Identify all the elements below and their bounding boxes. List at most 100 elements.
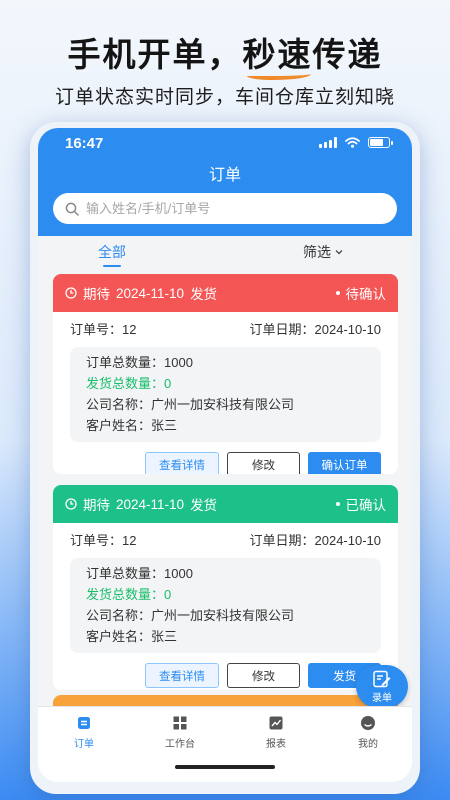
- shipped-qty: 发货总数量：0: [86, 373, 365, 394]
- order-meta-row: 订单号：12 订单日期：2024-10-10: [53, 319, 398, 338]
- status-badge: 待确认: [335, 283, 387, 303]
- chart-icon: [269, 716, 283, 730]
- order-icon: [78, 717, 90, 729]
- company-name: 公司名称：广州一加安科技有限公司: [86, 394, 365, 415]
- order-date-label: 订单日期：: [249, 322, 315, 337]
- order-no-label: 订单号：: [70, 533, 123, 548]
- company-label: 公司名称：: [86, 397, 152, 412]
- order-info-box: 订单总数量：1000 发货总数量：0 公司名称：广州一加安科技有限公司 客户姓名…: [70, 347, 381, 442]
- customer-label: 客户姓名：: [86, 629, 152, 644]
- status-dot: [335, 502, 340, 506]
- shipped-qty-label: 发货总数量：: [86, 376, 165, 391]
- view-detail-button[interactable]: 查看详情: [145, 452, 219, 474]
- clock-icon: [65, 287, 77, 299]
- search-icon: [65, 202, 79, 216]
- status-dot: [335, 291, 340, 295]
- edit-icon: [373, 670, 391, 687]
- promo-title-part1: 手机开单，: [67, 36, 243, 73]
- filter-button[interactable]: 筛选: [303, 242, 343, 262]
- order-date-value: 2024-10-10: [314, 322, 382, 337]
- battery-icon: [368, 137, 393, 148]
- shipped-qty-label: 发货总数量：: [86, 587, 165, 602]
- app-header: 16:47 订单: [38, 128, 412, 236]
- customer-value: 张三: [151, 629, 178, 644]
- order-no-label: 订单号：: [70, 322, 123, 337]
- expect-ship-info: 期待 2024-11-10 发货: [65, 494, 217, 514]
- shipped-qty-value: 0: [164, 376, 172, 391]
- signal-icon: [319, 137, 337, 148]
- edit-button[interactable]: 修改: [227, 452, 300, 474]
- tabbar-item-reports[interactable]: 报表: [246, 715, 306, 750]
- customer-label: 客户姓名：: [86, 418, 152, 433]
- company-label: 公司名称：: [86, 608, 152, 623]
- search-bar[interactable]: [53, 193, 397, 224]
- expect-date: 2024-11-10: [116, 496, 185, 512]
- expect-date: 2024-11-10: [116, 285, 185, 301]
- tabbar-label: 工作台: [165, 739, 195, 750]
- profile-icon: [361, 716, 375, 730]
- phone-frame: 16:47 订单 全部: [30, 122, 420, 794]
- home-indicator: [175, 765, 275, 769]
- order-meta-row: 订单号：12 订单日期：2024-10-10: [53, 530, 398, 549]
- customer-value: 张三: [151, 418, 178, 433]
- status-icons: [319, 137, 393, 148]
- tabbar-label: 我的: [358, 739, 378, 750]
- confirm-order-button[interactable]: 确认订单: [308, 452, 381, 474]
- order-tabs: 全部 筛选: [38, 236, 412, 268]
- shipped-qty: 发货总数量：0: [86, 584, 365, 605]
- company-name: 公司名称：广州一加安科技有限公司: [86, 605, 365, 626]
- status-time: 16:47: [65, 135, 104, 152]
- company-value: 广州一加安科技有限公司: [151, 608, 295, 623]
- order-date: 订单日期：2024-10-10: [249, 530, 381, 549]
- promo-subtitle: 订单状态实时同步，车间仓库立刻知晓: [54, 87, 395, 108]
- order-date-label: 订单日期：: [249, 533, 315, 548]
- tabbar-item-profile[interactable]: 我的: [338, 715, 398, 750]
- grid-icon: [173, 716, 187, 730]
- status-text: 待确认: [345, 287, 387, 302]
- tabbar-item-workbench[interactable]: 工作台: [150, 715, 210, 750]
- order-card-header: 期待 2024-11-10 发货 待确认: [53, 274, 398, 312]
- total-qty: 订单总数量：1000: [86, 563, 365, 584]
- order-no: 订单号：12: [70, 319, 136, 338]
- total-qty-value: 1000: [164, 355, 193, 370]
- order-date-value: 2024-10-10: [314, 533, 382, 548]
- shipped-qty-value: 0: [164, 587, 172, 602]
- order-no-value: 12: [122, 322, 137, 337]
- chevron-down-icon: [335, 250, 343, 255]
- order-actions: 查看详情 修改 确认订单: [53, 452, 398, 474]
- app-screen: 16:47 订单 全部: [38, 128, 412, 782]
- search-input[interactable]: [86, 201, 366, 216]
- tabbar-item-orders[interactable]: 订单: [54, 715, 114, 750]
- filter-label: 筛选: [303, 244, 331, 260]
- tab-all[interactable]: 全部: [98, 242, 126, 267]
- order-no: 订单号：12: [70, 530, 136, 549]
- fab-label: 录单: [372, 692, 392, 704]
- total-qty-label: 订单总数量：: [86, 355, 165, 370]
- tabbar-label: 报表: [266, 739, 286, 750]
- create-order-fab[interactable]: 录单: [356, 665, 408, 708]
- order-no-value: 12: [122, 533, 137, 548]
- customer-name: 客户姓名：张三: [86, 415, 365, 436]
- order-card: 期待 2024-11-10 发货 待确认 订单号：12 订单日期：2024-10…: [53, 274, 398, 474]
- bottom-tabbar: 订单 工作台 报表 我的: [38, 706, 412, 782]
- edit-button[interactable]: 修改: [227, 663, 300, 688]
- status-badge: 已确认: [335, 494, 387, 514]
- total-qty-value: 1000: [164, 566, 193, 581]
- promo-title: 手机开单，秒速传递: [0, 28, 450, 80]
- promo-title-highlight: 秒速: [243, 28, 313, 80]
- expect-label: 期待: [83, 498, 110, 513]
- total-qty: 订单总数量：1000: [86, 352, 365, 373]
- promo-title-part2: 传递: [312, 36, 383, 73]
- order-card-header: 期待 2024-11-10 发货 已确认: [53, 485, 398, 523]
- status-text: 已确认: [345, 498, 387, 513]
- expect-label: 期待: [83, 287, 110, 302]
- expect-action: 发货: [190, 498, 218, 513]
- wifi-icon: [345, 137, 360, 148]
- page-title: 订单: [208, 167, 241, 184]
- view-detail-button[interactable]: 查看详情: [145, 663, 219, 688]
- clock-icon: [65, 498, 77, 510]
- tabbar-label: 订单: [74, 739, 94, 750]
- company-value: 广州一加安科技有限公司: [151, 397, 295, 412]
- order-info-box: 订单总数量：1000 发货总数量：0 公司名称：广州一加安科技有限公司 客户姓名…: [70, 558, 381, 653]
- order-actions: 查看详情 修改 发货: [53, 663, 398, 688]
